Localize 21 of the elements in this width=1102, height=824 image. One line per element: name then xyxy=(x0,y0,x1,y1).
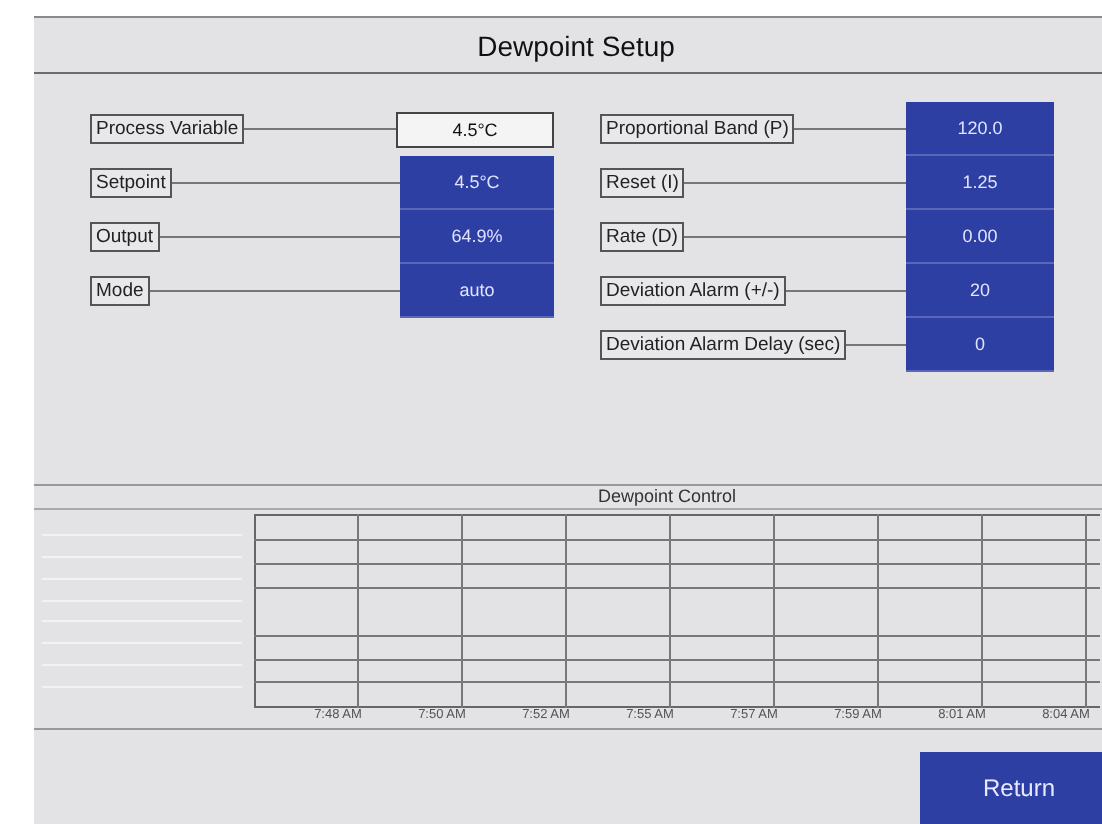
field-label: Deviation Alarm Delay (sec) xyxy=(600,330,847,360)
return-button[interactable]: Return xyxy=(920,752,1102,824)
value-field[interactable]: 0.00 xyxy=(906,210,1054,264)
value-field[interactable]: auto xyxy=(400,264,554,318)
value-field[interactable]: 1.25 xyxy=(906,156,1054,210)
field-label: Process Variable xyxy=(90,114,245,144)
value-display: 4.5°C xyxy=(396,111,554,147)
value-field[interactable]: 20 xyxy=(906,264,1054,318)
field-label: Setpoint xyxy=(90,168,172,198)
value-field[interactable]: 0 xyxy=(906,318,1054,372)
field-label: Mode xyxy=(90,276,150,306)
value-field[interactable]: 120.0 xyxy=(906,102,1054,156)
window-title: Dewpoint Setup xyxy=(34,18,1102,74)
field-label: Deviation Alarm (+/-) xyxy=(600,276,786,306)
field-label: Proportional Band (P) xyxy=(600,114,795,144)
field-label: Rate (D) xyxy=(600,222,684,252)
value-field[interactable]: 4.5°C xyxy=(400,156,554,210)
value-field[interactable]: 64.9% xyxy=(400,210,554,264)
chart-title: Dewpoint Control xyxy=(34,486,1102,510)
field-label: Reset (I) xyxy=(600,168,685,198)
field-label: Output xyxy=(90,222,160,252)
